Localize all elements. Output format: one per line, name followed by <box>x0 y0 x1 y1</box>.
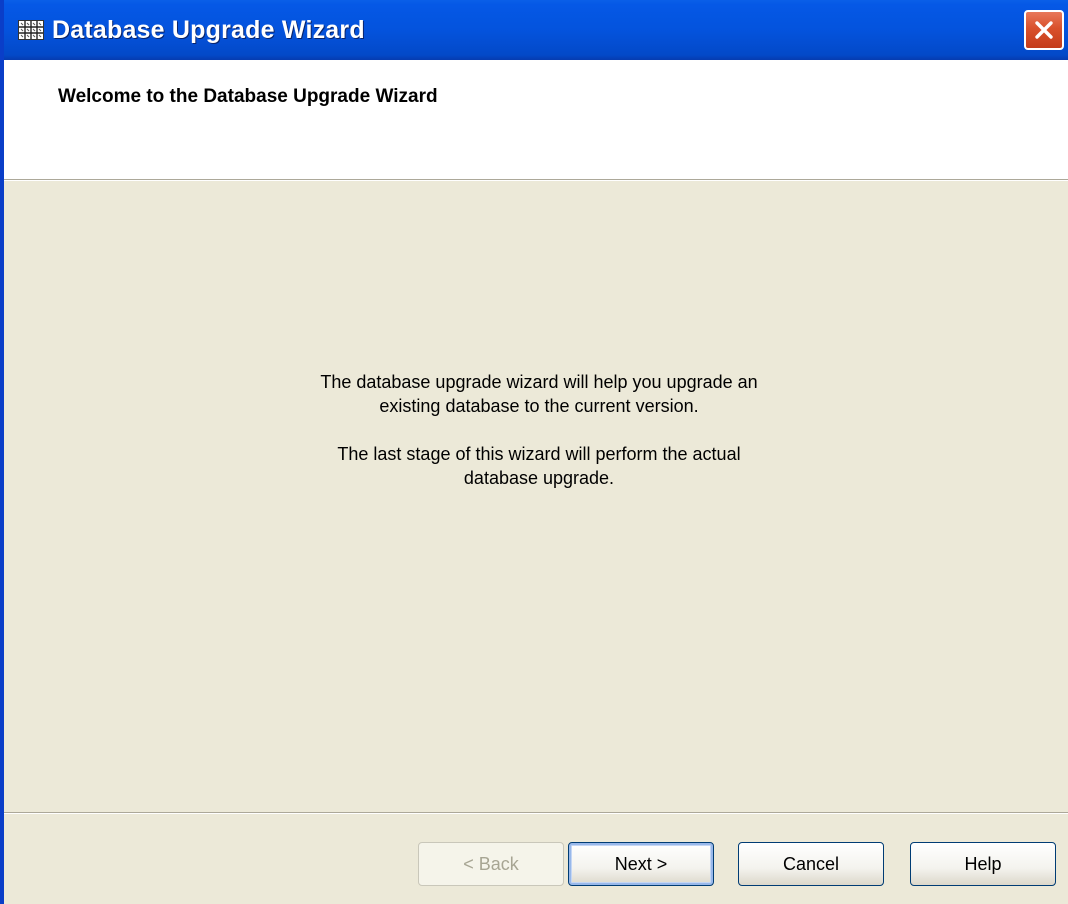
final-stage-paragraph: The last stage of this wizard will perfo… <box>204 442 874 490</box>
close-button[interactable] <box>1024 10 1064 50</box>
final-stage-line-2: database upgrade. <box>463 468 615 488</box>
page-title: Welcome to the Database Upgrade Wizard <box>58 86 438 107</box>
next-button[interactable]: Next > <box>568 842 714 886</box>
window-title: Database Upgrade Wizard <box>52 15 365 44</box>
back-button[interactable]: < Back <box>418 842 564 886</box>
footer-divider-highlight <box>4 813 1068 814</box>
header-divider <box>4 180 1068 181</box>
cancel-button[interactable]: Cancel <box>738 842 884 886</box>
database-grid-icon <box>18 20 44 40</box>
welcome-message: The database upgrade wizard will help yo… <box>204 370 874 514</box>
title-bar[interactable]: Database Upgrade Wizard <box>4 0 1068 60</box>
intro-line-2: existing database to the current version… <box>379 396 699 416</box>
help-button[interactable]: Help <box>910 842 1056 886</box>
final-stage-line-1: The last stage of this wizard will perfo… <box>337 444 741 464</box>
wizard-window: Database Upgrade Wizard Welcome to the D… <box>0 0 1068 904</box>
wizard-header: Welcome to the Database Upgrade Wizard <box>4 60 1068 180</box>
intro-paragraph: The database upgrade wizard will help yo… <box>204 370 874 418</box>
intro-line-1: The database upgrade wizard will help yo… <box>320 372 758 392</box>
close-icon <box>1035 21 1053 39</box>
